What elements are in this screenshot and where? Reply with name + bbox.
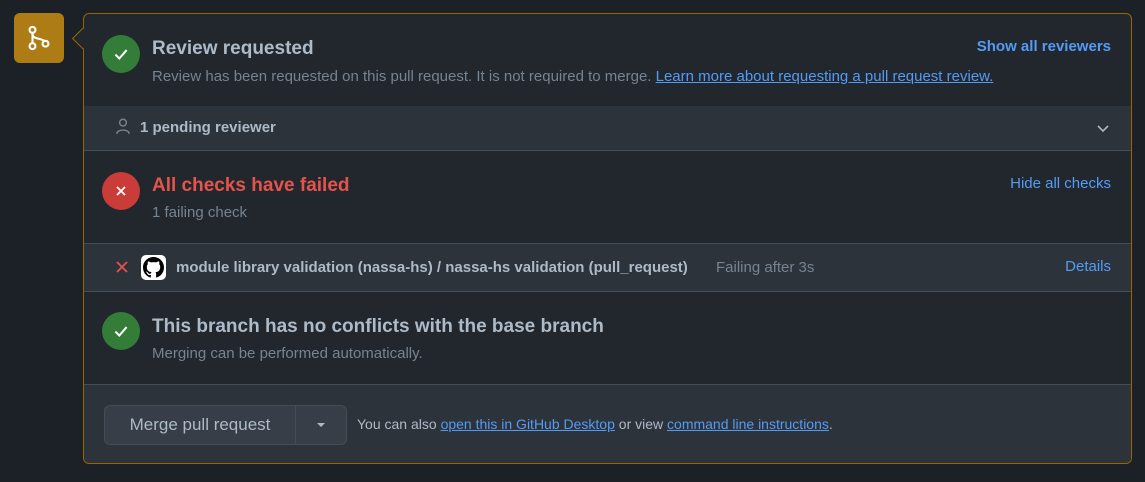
command-line-instructions-link[interactable]: command line instructions	[667, 416, 829, 432]
check-details-link[interactable]: Details	[1065, 258, 1111, 275]
review-description: Review has been requested on this pull r…	[152, 68, 993, 85]
x-icon	[114, 259, 130, 280]
github-logo-icon	[141, 255, 166, 280]
check-item-row: module library validation (nassa-hs) / n…	[84, 243, 1131, 292]
chevron-down-icon[interactable]	[1095, 120, 1111, 141]
check-circle-icon	[102, 35, 140, 73]
triangle-down-icon	[317, 423, 325, 427]
merge-footer: Merge pull request You can also open thi…	[84, 384, 1131, 463]
checks-subtitle: 1 failing check	[152, 204, 248, 221]
hint-prefix: You can also	[357, 416, 437, 432]
conflicts-subtitle: Merging can be performed automatically.	[152, 345, 423, 362]
open-in-desktop-link[interactable]: open this in GitHub Desktop	[441, 416, 615, 432]
merge-button-label: Merge pull request	[129, 415, 271, 434]
merge-options-dropdown[interactable]	[295, 405, 347, 445]
review-section: Review requested Review has been request…	[84, 14, 1131, 106]
person-icon	[114, 117, 132, 140]
show-all-reviewers-link[interactable]: Show all reviewers	[977, 38, 1111, 55]
learn-more-link[interactable]: Learn more about requesting a pull reque…	[656, 68, 994, 85]
checks-section: All checks have failed 1 failing check H…	[84, 151, 1131, 244]
pending-reviewers-bar[interactable]: 1 pending reviewer	[84, 106, 1131, 151]
hint-middle: or view	[618, 416, 664, 432]
conflicts-title: This branch has no conflicts with the ba…	[152, 316, 604, 337]
pending-reviewers-label: 1 pending reviewer	[140, 119, 276, 136]
hide-all-checks-link[interactable]: Hide all checks	[1010, 175, 1111, 192]
git-merge-status-icon	[14, 13, 64, 63]
review-description-text: Review has been requested on this pull r…	[152, 68, 652, 85]
git-pull-request-icon	[28, 25, 50, 51]
merge-hint: You can also open this in GitHub Desktop…	[357, 416, 833, 432]
hint-suffix: .	[828, 416, 833, 432]
merge-pull-request-button[interactable]: Merge pull request	[104, 405, 296, 445]
merge-box: Review requested Review has been request…	[83, 13, 1132, 464]
x-circle-icon	[102, 172, 140, 210]
check-status: Failing after 3s	[716, 259, 815, 276]
check-name: module library validation (nassa-hs) / n…	[176, 259, 688, 276]
conflicts-section: This branch has no conflicts with the ba…	[84, 292, 1131, 385]
review-title: Review requested	[152, 38, 314, 59]
check-circle-icon	[102, 312, 140, 350]
checks-title: All checks have failed	[152, 175, 350, 196]
